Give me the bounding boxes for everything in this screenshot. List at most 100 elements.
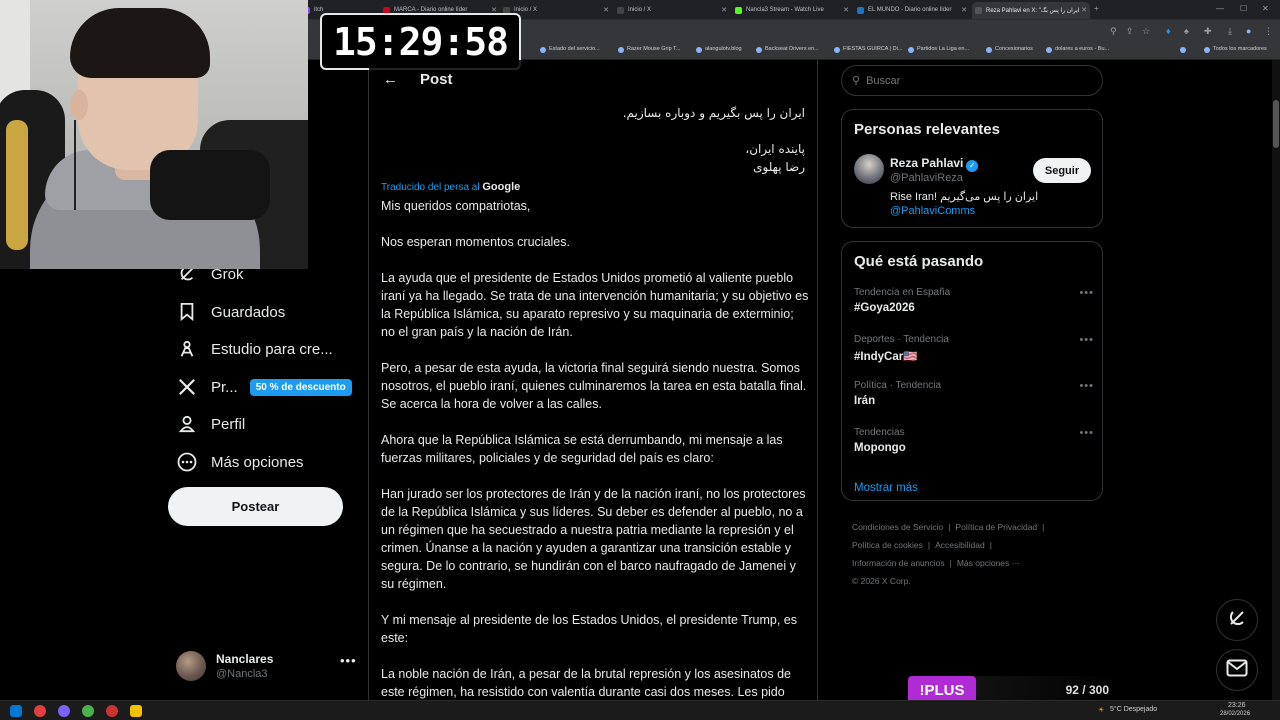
close-tab-icon[interactable]: ✕ <box>961 6 967 14</box>
zoom-icon[interactable]: ⚲ <box>1110 26 1117 37</box>
browser-tab[interactable]: Nancla3 Stream - Watch Live ✕ <box>732 2 852 19</box>
kick-icon <box>735 7 742 14</box>
app-icon[interactable] <box>58 705 70 717</box>
extension-icon[interactable]: ♠ <box>1184 26 1189 36</box>
account-more-icon[interactable]: ••• <box>340 653 357 668</box>
bookmark-item[interactable]: Razer Mouse Grip T... <box>618 46 680 53</box>
search-icon: ⚲ <box>852 75 861 87</box>
new-tab-button[interactable]: + <box>1094 4 1099 13</box>
download-icon[interactable]: ⤓ <box>1228 26 1232 37</box>
search-input[interactable]: Buscar <box>866 75 900 87</box>
bookmark-item[interactable]: Backseat Drivers en... <box>756 46 819 53</box>
footer-link[interactable]: Condiciones de Servicio <box>852 522 943 532</box>
minimize-icon[interactable]: — <box>1216 4 1224 13</box>
post-header: ← Post <box>369 60 817 98</box>
account-switcher[interactable]: Nanclares @Nancla3 ••• <box>176 648 356 684</box>
avatar <box>176 651 206 681</box>
footer-link[interactable]: Política de Privacidad <box>955 522 1037 532</box>
bookmark-item[interactable]: FIESTAS GUIRCA | Di... <box>834 46 902 53</box>
follow-button[interactable]: Seguir <box>1033 158 1091 183</box>
messages-fab-button[interactable] <box>1216 649 1258 691</box>
browser-tab[interactable]: EL MUNDO - Diario online líder ✕ <box>854 2 970 19</box>
bookmark-item[interactable]: Estado del servicio... <box>540 46 600 53</box>
scrollbar-thumb[interactable] <box>1273 100 1279 148</box>
show-more-link[interactable]: Mostrar más <box>854 482 918 494</box>
nav-item-perfil[interactable]: Perfil <box>176 409 245 439</box>
translation-notice[interactable]: Traducido del persa al Google <box>381 181 520 193</box>
page-title: Post <box>420 70 453 88</box>
maximize-icon[interactable]: ☐ <box>1240 4 1247 13</box>
app-icon[interactable] <box>34 705 46 717</box>
trend-more-icon[interactable]: ••• <box>1079 380 1094 392</box>
extensions-puzzle-icon[interactable]: ✚ <box>1204 26 1212 37</box>
bookmarks-more-icon[interactable]: » <box>1180 46 1187 53</box>
persian-text-line: ایران را پس بگیریم و دوباره بسازیم. <box>622 106 805 120</box>
app-icon[interactable] <box>130 705 142 717</box>
weather-text[interactable]: 5°C Despejado <box>1110 706 1157 713</box>
trend-item[interactable]: Tendencia en España #Goya2026 ••• <box>854 287 1094 327</box>
nav-item-mas-opciones[interactable]: Más opciones <box>176 447 304 477</box>
bookmark-item[interactable]: alangulotv.blog <box>696 46 742 53</box>
bio-mention-link[interactable]: @PahlaviComms <box>890 205 975 217</box>
trend-item[interactable]: Política · Tendencia Irán ••• <box>854 380 1094 420</box>
obs-icon[interactable] <box>106 705 118 717</box>
menu-kebab-icon[interactable]: ⋮ <box>1264 26 1273 37</box>
post-button[interactable]: Postear <box>168 487 343 526</box>
close-window-icon[interactable]: ✕ <box>1262 4 1269 13</box>
person-name[interactable]: Reza Pahlavi ✓ <box>890 156 979 172</box>
chrome-icon[interactable] <box>82 705 94 717</box>
bookmark-item[interactable]: dolares a euros - Bu... <box>1046 46 1109 53</box>
trends-panel: Qué está pasando Tendencia en España #Go… <box>841 241 1103 501</box>
taskbar-time[interactable]: 23:26 <box>1228 702 1246 709</box>
browser-tab[interactable]: Inicio / X ✕ <box>614 2 730 19</box>
footer-link[interactable]: Información de anuncios <box>852 558 945 568</box>
search-box[interactable]: ⚲ Buscar <box>841 65 1103 96</box>
nav-item-guardados[interactable]: Guardados <box>176 297 285 327</box>
scrollbar[interactable] <box>1272 60 1280 700</box>
footer-link[interactable]: Política de cookies <box>852 540 923 550</box>
person-handle[interactable]: @PahlaviReza <box>890 172 963 184</box>
bookmark-item[interactable]: Concesionarios <box>986 46 1033 53</box>
account-handle: @Nancla3 <box>216 668 268 680</box>
google-logo: Google <box>482 181 521 193</box>
avatar-icon[interactable]: ● <box>1246 26 1251 36</box>
share-icon[interactable]: ⇪ <box>1126 26 1134 37</box>
persian-text-line: پاینده ایران، <box>745 142 805 156</box>
taskbar-date[interactable]: 28/02/2026 <box>1220 711 1250 717</box>
more-options-icon <box>176 451 198 473</box>
person-bio: Rise Iran! ایران را پس می‌گیریم <box>890 191 1039 203</box>
avatar[interactable] <box>854 154 884 184</box>
extension-icon[interactable]: ♦ <box>1166 26 1171 36</box>
post-body: Mis queridos compatriotas, Nos esperan m… <box>381 197 809 700</box>
post-paragraph: Ahora que la República Islámica se está … <box>381 433 783 465</box>
nav-item-premium[interactable]: Pr... 50 % de descuento <box>176 372 352 402</box>
profile-icon <box>176 413 198 435</box>
trend-more-icon[interactable]: ••• <box>1079 287 1094 299</box>
trend-item[interactable]: Tendencias Mopongo ••• <box>854 427 1094 467</box>
grok-fab-button[interactable] <box>1216 599 1258 641</box>
plus-count: 92 / 300 <box>1065 683 1109 697</box>
footer-link[interactable]: Accesibilidad <box>935 540 985 550</box>
back-arrow-icon[interactable]: ← <box>383 71 398 88</box>
x-logo-icon <box>176 376 198 398</box>
earphone-cable <box>74 120 76 210</box>
post-paragraph: Pero, a pesar de esta ayuda, la victoria… <box>381 361 807 411</box>
close-tab-icon[interactable]: ✕ <box>603 6 609 14</box>
nav-item-estudio[interactable]: Estudio para cre... <box>176 334 333 364</box>
trend-item[interactable]: Deportes · Tendencia #IndyCar🇺🇸 ••• <box>854 334 1094 374</box>
close-tab-icon[interactable]: ✕ <box>843 6 849 14</box>
account-name: Nanclares <box>216 652 274 666</box>
start-menu-icon[interactable] <box>10 705 22 717</box>
bookmark-item[interactable]: Partidos La Liga en... <box>908 46 969 53</box>
post-column: ← Post ایران را پس بگیریم و دوباره بسازی… <box>368 60 818 700</box>
copyright: © 2026 X Corp. <box>852 576 911 586</box>
trend-more-icon[interactable]: ••• <box>1079 334 1094 346</box>
close-tab-icon[interactable]: ✕ <box>721 6 727 14</box>
close-tab-icon[interactable]: ✕ <box>1081 6 1087 14</box>
all-bookmarks-folder[interactable]: Todos los marcadores <box>1204 46 1267 53</box>
trend-more-icon[interactable]: ••• <box>1079 427 1094 439</box>
browser-tab-active[interactable]: Reza Pahlavi en X: "ایران را پس بگ ✕ <box>972 2 1090 19</box>
footer-link[interactable]: Más opciones ··· <box>957 558 1020 568</box>
post-paragraph: La ayuda que el presidente de Estados Un… <box>381 271 809 339</box>
star-icon[interactable]: ☆ <box>1142 26 1150 37</box>
